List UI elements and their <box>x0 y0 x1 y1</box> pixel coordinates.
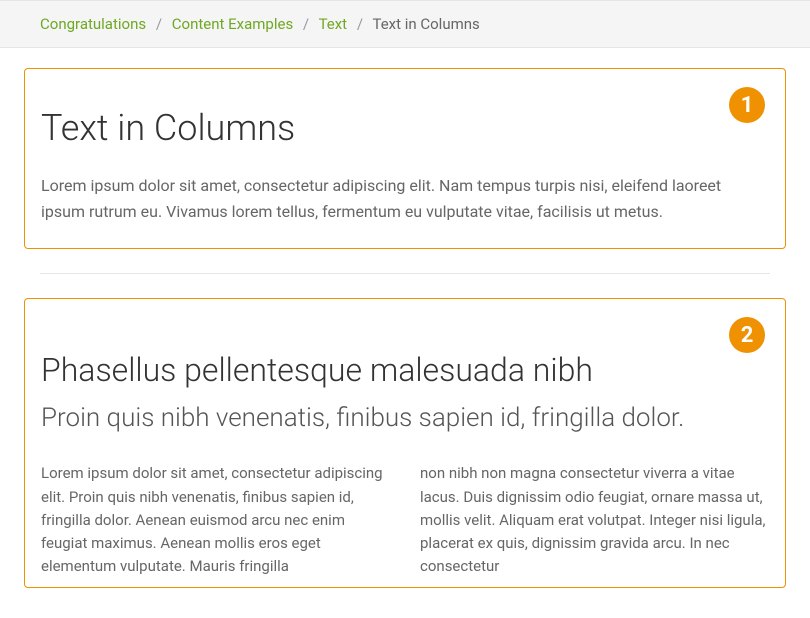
page-title: Text in Columns <box>41 107 769 149</box>
content-block-2: 2 Phasellus pellentesque malesuada nibh … <box>24 298 786 587</box>
breadcrumb: Congratulations / Content Examples / Tex… <box>0 0 810 48</box>
column-right: non nibh non magna consectetur viverra a… <box>420 462 769 578</box>
column-left: Lorem ipsum dolor sit amet, consectetur … <box>41 462 390 578</box>
intro-paragraph: Lorem ipsum dolor sit amet, consectetur … <box>41 173 769 224</box>
badge-icon: 1 <box>729 87 765 123</box>
breadcrumb-separator: / <box>303 15 309 33</box>
breadcrumb-separator: / <box>357 15 363 33</box>
content-block-1: 1 Text in Columns Lorem ipsum dolor sit … <box>24 68 786 249</box>
breadcrumb-current: Text in Columns <box>372 15 479 33</box>
breadcrumb-link-content-examples[interactable]: Content Examples <box>172 15 293 33</box>
badge-icon: 2 <box>729 317 765 353</box>
section-divider <box>40 273 770 274</box>
text-columns: Lorem ipsum dolor sit amet, consectetur … <box>41 462 769 578</box>
breadcrumb-link-text[interactable]: Text <box>319 15 348 33</box>
section-heading: Phasellus pellentesque malesuada nibh <box>41 351 769 389</box>
breadcrumb-link-congratulations[interactable]: Congratulations <box>40 15 146 33</box>
breadcrumb-separator: / <box>156 15 162 33</box>
section-subheading: Proin quis nibh venenatis, finibus sapie… <box>41 401 769 436</box>
